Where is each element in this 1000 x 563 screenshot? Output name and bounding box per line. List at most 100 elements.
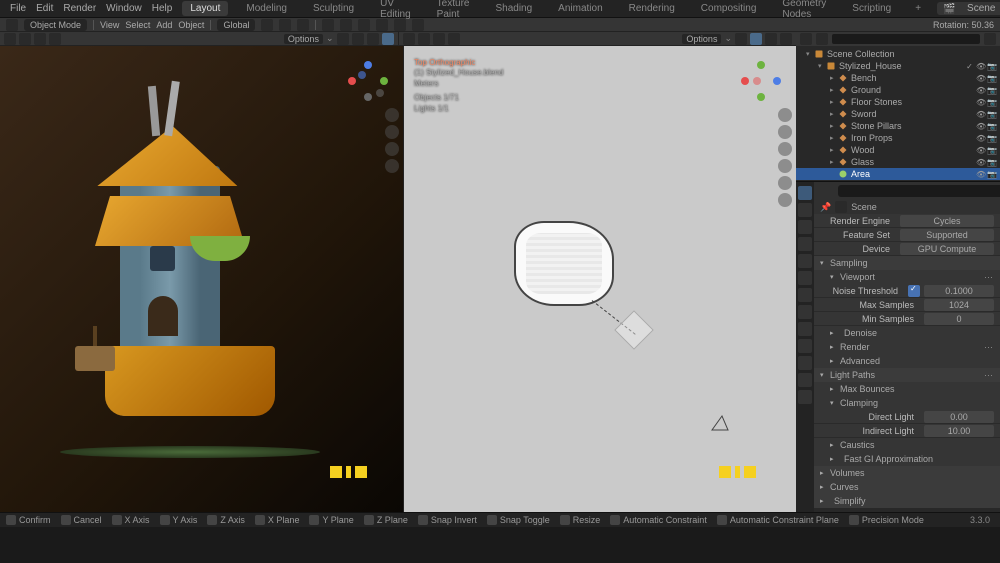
workspace-tab[interactable]: Compositing [693,1,765,16]
editor-type-icon[interactable] [800,33,812,45]
shading-rendered-icon[interactable] [780,33,792,45]
gizmo-toggle-icon[interactable] [433,33,445,45]
max-samples-field[interactable]: 1024 [924,299,994,311]
camera-gizmo[interactable] [710,414,730,432]
grid-icon[interactable] [778,193,792,207]
tool-setting-icon[interactable] [412,19,424,31]
snap-icon[interactable] [279,19,291,31]
properties-search-input[interactable] [838,185,1000,197]
render-engine-dropdown[interactable]: Cycles [900,215,994,227]
outliner-row[interactable]: ▸Glass👁📷 [796,156,1000,168]
xray-icon[interactable] [448,33,460,45]
tool-setting-icon[interactable] [322,19,334,31]
menu-file[interactable]: File [10,3,26,14]
panel-simplify[interactable]: ▸Simplify [814,494,1000,508]
panel-max-bounces[interactable]: ▸Max Bounces [814,382,1000,396]
device-dropdown[interactable]: GPU Compute [900,243,994,255]
zoom-icon[interactable] [385,108,399,122]
outliner-row-collection[interactable]: ▾Stylized_House✓👁📷 [796,60,1000,72]
outliner-row-selected[interactable]: Area👁📷 [796,168,1000,180]
outliner-row-root[interactable]: ▾Scene Collection [796,48,1000,60]
tool-setting-icon[interactable] [394,19,406,31]
persp-ortho-icon[interactable] [385,159,399,173]
noise-threshold-checkbox[interactable] [908,285,920,297]
tool-menu-view[interactable]: View [100,20,119,30]
menu-edit[interactable]: Edit [36,3,53,14]
outliner-row[interactable]: ▸Wood👁📷 [796,144,1000,156]
tab-scene-icon[interactable] [798,237,812,251]
pan-icon[interactable] [778,125,792,139]
panel-fgi[interactable]: ▸Fast GI Approximation [814,452,1000,466]
outliner-row[interactable]: ▸Bench👁📷 [796,72,1000,84]
panel-volumes[interactable]: ▸Volumes [814,466,1000,480]
pivot-icon[interactable] [261,19,273,31]
direct-light-field[interactable]: 0.00 [924,411,994,423]
viewport-rendered[interactable] [0,46,404,512]
tool-menu-add[interactable]: Add [156,20,172,30]
tab-object-icon[interactable] [798,271,812,285]
exclude-icon[interactable]: ✓ [965,62,974,71]
outliner-row[interactable]: ▸Stone Pillars👁📷 [796,120,1000,132]
options-dropdown[interactable]: Options [284,34,323,44]
gizmo-toggle-icon[interactable] [34,33,46,45]
shading-wire-icon[interactable] [735,33,747,45]
workspace-tab[interactable]: Shading [487,1,540,16]
panel-viewport[interactable]: ▾Viewport⋯ [814,270,1000,284]
proportional-icon[interactable] [297,19,309,31]
options-dropdown[interactable]: Options [682,34,721,44]
tab-world-icon[interactable] [798,254,812,268]
transform-orientation[interactable]: Global [217,19,255,31]
tab-modifiers-icon[interactable] [798,288,812,302]
tab-constraints-icon[interactable] [798,339,812,353]
editor-type-icon[interactable] [403,33,415,45]
tool-setting-icon[interactable] [340,19,352,31]
tab-output-icon[interactable] [798,203,812,217]
nav-gizmo[interactable] [348,61,388,101]
xray-icon[interactable] [49,33,61,45]
feature-set-dropdown[interactable]: Supported [900,229,994,241]
workspace-tab[interactable]: Animation [550,1,610,16]
panel-clamping[interactable]: ▾Clamping [814,396,1000,410]
editor-type-icon[interactable] [4,33,16,45]
workspace-add-icon[interactable]: + [909,3,927,14]
panel-render-sub[interactable]: ▸Render⋯ [814,340,1000,354]
nav-gizmo[interactable] [741,61,781,101]
shading-solid-icon[interactable] [352,33,364,45]
tab-data-icon[interactable] [798,356,812,370]
workspace-tab[interactable]: Scripting [844,1,899,16]
tool-setting-icon[interactable] [358,19,370,31]
tool-menu-object[interactable]: Object [178,20,204,30]
outliner-search-input[interactable] [832,34,980,44]
panel-advanced[interactable]: ▸Advanced [814,354,1000,368]
panel-light-paths[interactable]: ▾Light Paths⋯ [814,368,1000,382]
menu-help[interactable]: Help [152,3,173,14]
outliner-row[interactable]: ▸Sword👁📷 [796,108,1000,120]
pan-icon[interactable] [385,125,399,139]
tool-setting-icon[interactable] [376,19,388,31]
tab-texture-icon[interactable] [798,390,812,404]
outliner-row[interactable]: ▸Iron Props👁📷 [796,132,1000,144]
tab-physics-icon[interactable] [798,322,812,336]
camera-view-icon[interactable] [385,142,399,156]
panel-curves[interactable]: ▸Curves [814,480,1000,494]
panel-denoise[interactable]: ▸Denoise [814,326,1000,340]
display-mode-icon[interactable] [816,33,828,45]
workspace-tab[interactable]: Sculpting [305,1,362,16]
camera-view-icon[interactable] [778,142,792,156]
workspace-tab[interactable]: Modeling [238,1,295,16]
grid-icon[interactable] [778,176,792,190]
tab-render-icon[interactable] [798,186,812,200]
panel-sampling[interactable]: ▾Sampling [814,256,1000,270]
indirect-light-field[interactable]: 10.00 [924,425,994,437]
workspace-tab[interactable]: Geometry Nodes [774,0,834,22]
scene-selector[interactable]: 🎬Scene [937,2,1000,15]
tab-particles-icon[interactable] [798,305,812,319]
menu-render[interactable]: Render [63,3,96,14]
shading-rendered-icon[interactable] [382,33,394,45]
shading-matprev-icon[interactable] [367,33,379,45]
panel-caustics[interactable]: ▸Caustics [814,438,1000,452]
area-light-gizmo[interactable] [614,310,654,350]
render-icon[interactable]: 📷 [987,62,996,71]
min-samples-field[interactable]: 0 [924,313,994,325]
shading-matprev-icon[interactable] [765,33,777,45]
